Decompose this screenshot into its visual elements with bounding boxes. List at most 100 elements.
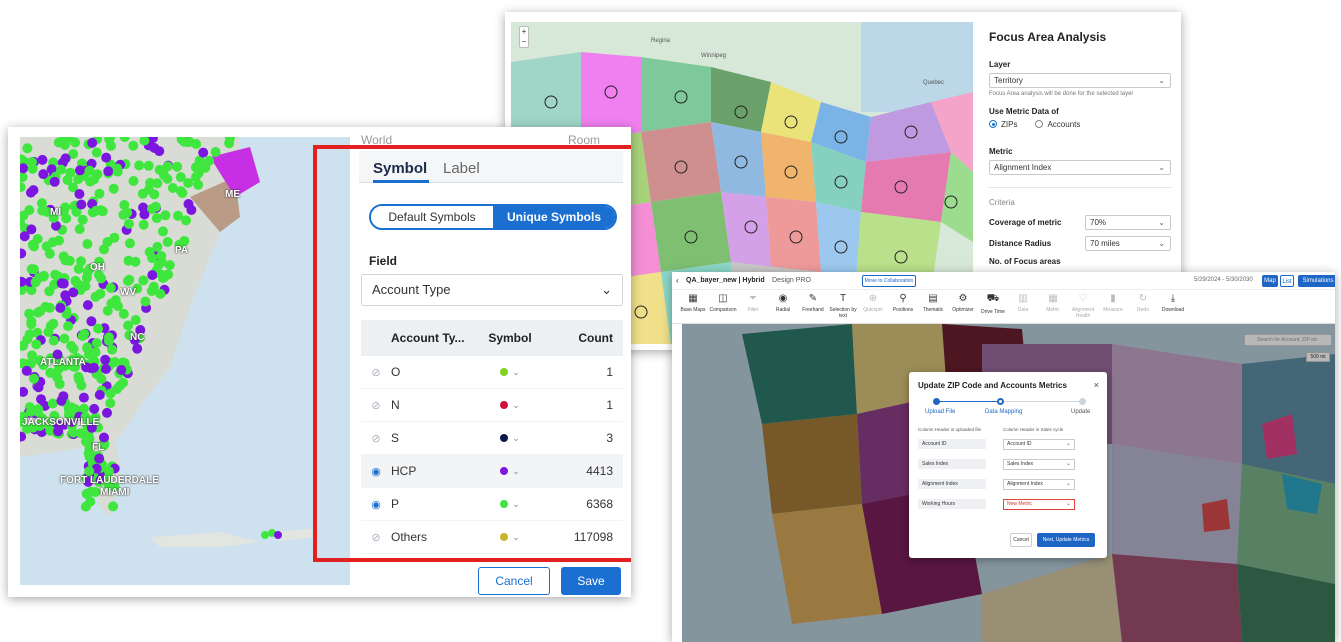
account-dot[interactable] bbox=[154, 164, 165, 175]
metric-select[interactable]: Alignment Index ⌄ bbox=[989, 160, 1171, 175]
account-dot[interactable] bbox=[29, 241, 39, 252]
account-dot[interactable] bbox=[58, 251, 69, 262]
tool-filter[interactable]: ⏷ Filter bbox=[738, 293, 768, 313]
account-dot[interactable] bbox=[44, 286, 55, 297]
account-dot[interactable] bbox=[91, 205, 101, 216]
list-view-button[interactable]: List bbox=[1280, 275, 1294, 287]
account-dot[interactable] bbox=[102, 407, 112, 418]
account-dot[interactable] bbox=[33, 382, 44, 393]
radio-accounts[interactable]: Accounts bbox=[1035, 120, 1080, 129]
account-dot[interactable] bbox=[60, 153, 71, 164]
coverage-select[interactable]: 70% ⌄ bbox=[1085, 215, 1171, 230]
account-dot[interactable] bbox=[99, 244, 109, 255]
account-dot[interactable] bbox=[105, 388, 116, 399]
account-dot[interactable] bbox=[78, 392, 89, 403]
account-dot[interactable] bbox=[94, 453, 105, 464]
account-dot[interactable] bbox=[200, 162, 211, 173]
account-dot[interactable] bbox=[59, 333, 70, 344]
account-dot[interactable] bbox=[85, 176, 96, 187]
account-dot[interactable] bbox=[132, 343, 143, 354]
account-dot[interactable] bbox=[99, 432, 109, 443]
account-dot[interactable] bbox=[41, 241, 52, 252]
account-dot[interactable] bbox=[74, 224, 85, 235]
account-dot[interactable] bbox=[116, 365, 127, 375]
tool-base-maps[interactable]: ▦ Base Maps bbox=[678, 293, 708, 313]
account-dot[interactable] bbox=[123, 218, 134, 229]
account-dot[interactable] bbox=[118, 308, 129, 319]
account-dot[interactable] bbox=[91, 338, 102, 349]
sales-column-select[interactable]: New Metric ⌄ bbox=[1003, 499, 1075, 510]
account-dot[interactable] bbox=[149, 189, 160, 200]
radius-select[interactable]: 70 miles ⌄ bbox=[1085, 236, 1171, 251]
account-dot[interactable] bbox=[118, 209, 129, 220]
tool-radial[interactable]: ◉ Radial bbox=[768, 293, 798, 313]
tool-drive-time[interactable]: ⛟ Drive Time bbox=[978, 293, 1008, 315]
account-dot[interactable] bbox=[29, 373, 39, 384]
account-dot[interactable] bbox=[73, 174, 84, 185]
account-dot[interactable] bbox=[48, 335, 59, 346]
account-dot[interactable] bbox=[100, 354, 111, 365]
account-dot[interactable] bbox=[22, 143, 33, 154]
back-arrow-icon[interactable]: ‹ bbox=[676, 276, 679, 285]
account-dot[interactable] bbox=[155, 288, 166, 299]
tool-redo[interactable]: ↻ Redo bbox=[1128, 293, 1158, 313]
account-dot[interactable] bbox=[134, 160, 145, 171]
account-dot[interactable] bbox=[138, 219, 149, 230]
account-dot[interactable] bbox=[32, 406, 43, 417]
next-update-metrics-button[interactable]: Next, Update Metrics bbox=[1037, 533, 1095, 547]
account-dot[interactable] bbox=[26, 264, 37, 275]
account-dot[interactable] bbox=[156, 251, 167, 261]
account-dot[interactable] bbox=[164, 260, 175, 271]
account-dot[interactable] bbox=[82, 300, 93, 311]
account-dot[interactable] bbox=[147, 270, 158, 281]
tool-freehand[interactable]: ✎ Freehand bbox=[798, 293, 828, 313]
account-dot[interactable] bbox=[63, 321, 74, 332]
tool-comparison[interactable]: ◫ Comparison bbox=[708, 293, 738, 313]
close-icon[interactable]: × bbox=[1094, 380, 1099, 390]
account-dot[interactable] bbox=[183, 178, 194, 188]
account-dot[interactable] bbox=[56, 395, 67, 406]
tool-data[interactable]: ▥ Data bbox=[1008, 293, 1038, 313]
tool-download[interactable]: ⤓ Download bbox=[1158, 293, 1188, 313]
account-dot[interactable] bbox=[37, 154, 48, 165]
move-to-collaboration-button[interactable]: Move to Collaboration bbox=[862, 275, 916, 287]
account-dot[interactable] bbox=[153, 259, 164, 270]
account-dot[interactable] bbox=[26, 224, 37, 235]
account-dot[interactable] bbox=[108, 501, 119, 512]
account-dot[interactable] bbox=[105, 398, 116, 409]
account-dot[interactable] bbox=[76, 380, 87, 391]
account-dot[interactable] bbox=[36, 394, 46, 405]
account-dot[interactable] bbox=[49, 176, 60, 187]
map-zoom-control[interactable]: + − bbox=[519, 26, 529, 48]
account-dot[interactable] bbox=[55, 302, 66, 313]
account-dot[interactable] bbox=[38, 271, 49, 282]
tool-optimizer[interactable]: ⚙ Optimizer bbox=[948, 293, 978, 313]
account-dot[interactable] bbox=[84, 165, 95, 176]
tool-metric[interactable]: ▦ Metric bbox=[1038, 293, 1068, 313]
account-dot[interactable] bbox=[146, 286, 157, 296]
account-dot[interactable] bbox=[261, 531, 269, 539]
account-dot[interactable] bbox=[190, 162, 201, 173]
account-dot[interactable] bbox=[70, 137, 81, 148]
account-dot[interactable] bbox=[79, 328, 90, 339]
account-dot[interactable] bbox=[89, 403, 100, 414]
account-dot[interactable] bbox=[52, 373, 63, 383]
account-dot[interactable] bbox=[172, 161, 183, 172]
account-dot[interactable] bbox=[191, 139, 202, 149]
account-dot[interactable] bbox=[210, 147, 221, 157]
account-dot[interactable] bbox=[274, 531, 282, 539]
account-dot[interactable] bbox=[37, 198, 47, 209]
account-dot[interactable] bbox=[74, 189, 85, 199]
save-button[interactable]: Save bbox=[561, 567, 621, 595]
account-dot[interactable] bbox=[105, 282, 116, 293]
account-dot[interactable] bbox=[149, 142, 160, 153]
account-dot[interactable] bbox=[87, 137, 98, 148]
account-dot[interactable] bbox=[76, 199, 87, 210]
account-dot[interactable] bbox=[47, 398, 58, 409]
account-dot[interactable] bbox=[151, 213, 162, 224]
account-dot[interactable] bbox=[104, 332, 114, 343]
account-dot[interactable] bbox=[162, 173, 173, 184]
account-dot[interactable] bbox=[158, 226, 168, 237]
tool-measure[interactable]: ▮ Measure bbox=[1098, 293, 1128, 313]
account-dot[interactable] bbox=[73, 371, 84, 382]
